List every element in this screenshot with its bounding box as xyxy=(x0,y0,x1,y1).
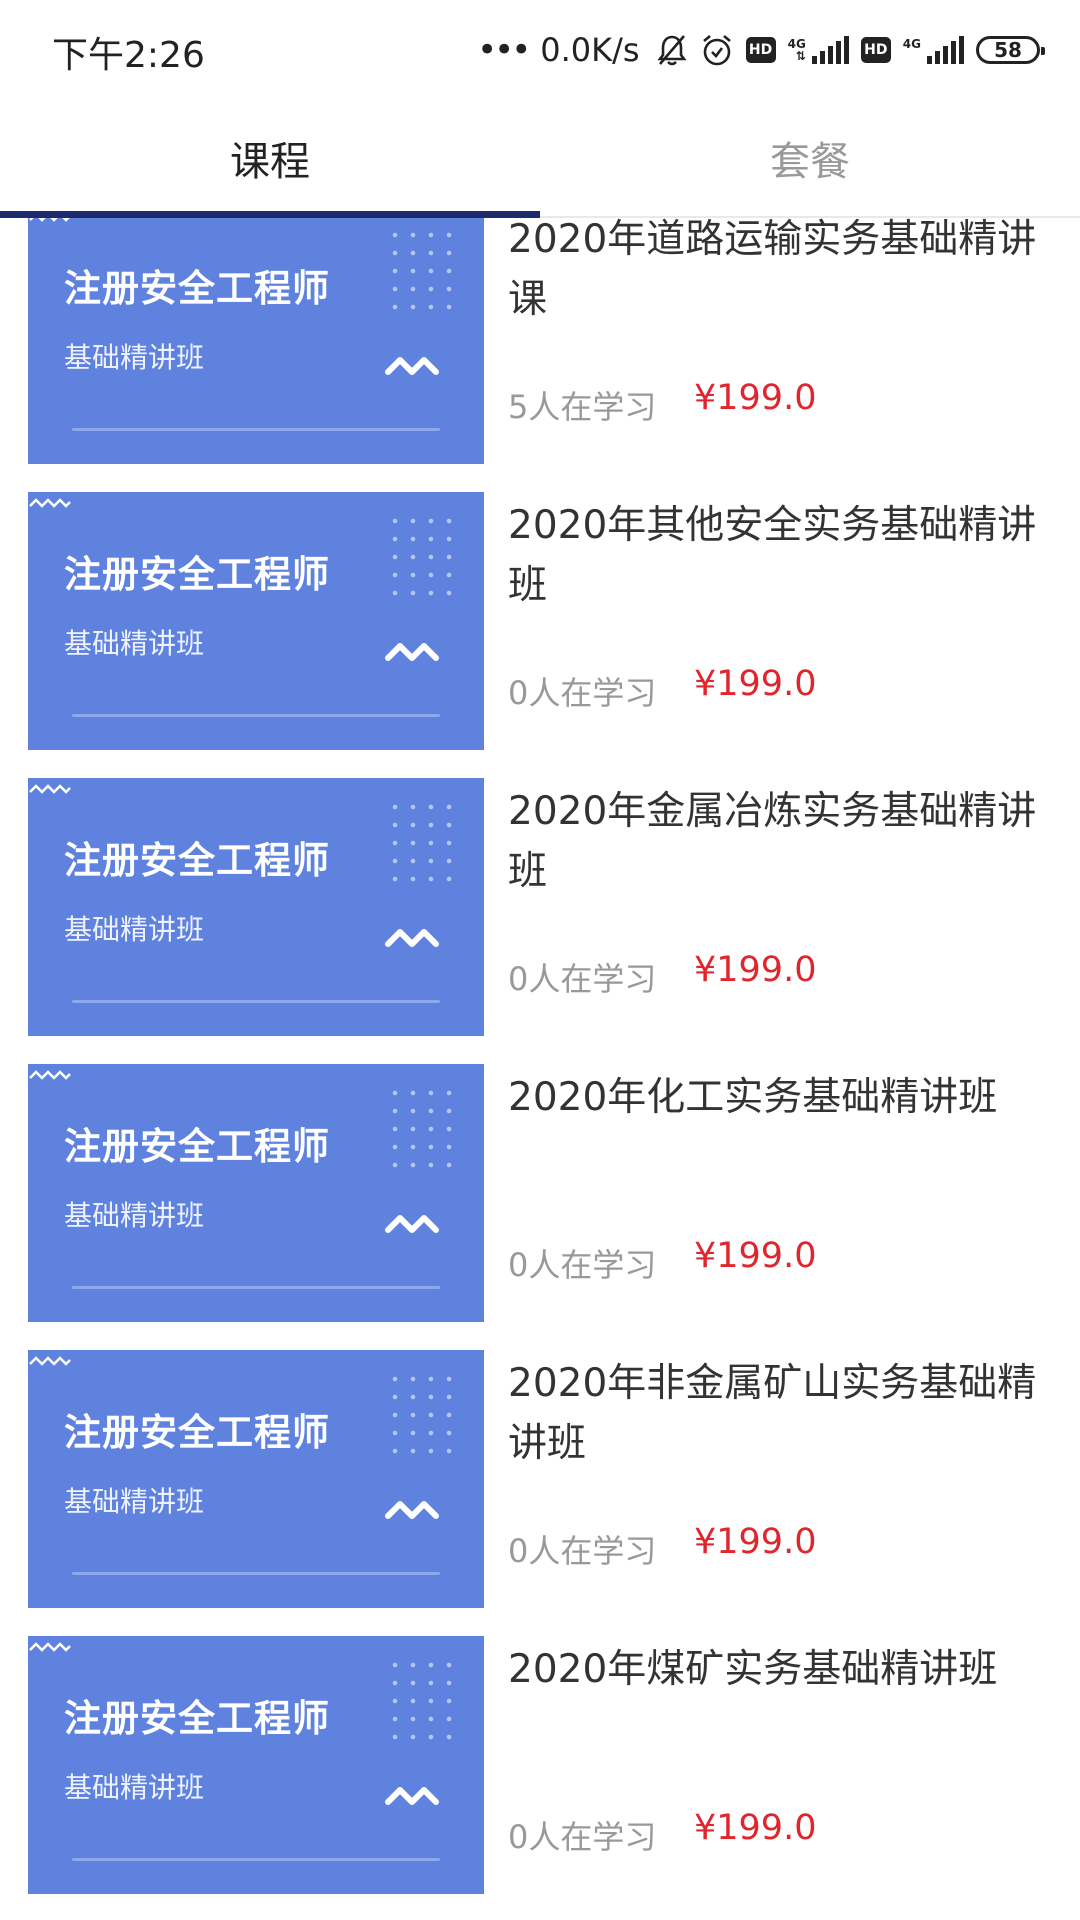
course-thumbnail[interactable]: 注册安全工程师 基础精讲班 xyxy=(28,218,484,464)
thumbnail-subtitle: 基础精讲班 xyxy=(64,913,205,946)
wave-decoration-icon xyxy=(385,1501,439,1519)
thumbnail-subtitle: 基础精讲班 xyxy=(64,1771,205,1804)
learner-count: 0人在学习 xyxy=(508,960,657,998)
dot-grid-decoration xyxy=(386,798,458,890)
thumbnail-title: 注册安全工程师 xyxy=(64,267,330,310)
alarm-clock-icon xyxy=(702,35,731,66)
course-title[interactable]: 2020年道路运输实务基础精讲课 xyxy=(508,218,1048,330)
tab-bar: 课程 套餐 xyxy=(0,100,1080,218)
wave-decoration-icon xyxy=(385,929,439,947)
thumbnail-subtitle: 基础精讲班 xyxy=(64,627,205,660)
thumbnail-divider xyxy=(72,428,440,431)
course-price: ¥199.0 xyxy=(694,950,817,990)
course-thumbnail[interactable]: 注册安全工程师 基础精讲班 xyxy=(28,1636,484,1894)
more-dots-icon: ••• xyxy=(477,30,531,70)
hd-badge-2: HD xyxy=(860,37,891,63)
thumbnail-divider xyxy=(72,1858,440,1861)
course-thumbnail[interactable]: 注册安全工程师 基础精讲班 xyxy=(28,1350,484,1608)
network-type-badge-2: 4G xyxy=(903,38,921,62)
status-time: 下午2:26 xyxy=(52,35,205,76)
battery-level: 58 xyxy=(994,38,1022,62)
course-item[interactable]: 注册安全工程师 基础精讲班 2020年化工实务基础精讲班 0人在学习 ¥199.… xyxy=(0,1064,1080,1322)
wave-decoration-icon xyxy=(385,1215,439,1233)
wave-decoration-icon xyxy=(29,784,71,794)
tab-packages[interactable]: 套餐 xyxy=(540,100,1080,216)
status-icons: ••• 0.0K/s HD 4G ⇅ HD 4G 58 xyxy=(477,28,1045,72)
data-arrows-icon: ⇅ xyxy=(795,49,806,63)
thumbnail-divider xyxy=(72,1000,440,1003)
course-title[interactable]: 2020年非金属矿山实务基础精讲班 xyxy=(508,1354,1048,1474)
dot-grid-decoration xyxy=(386,226,458,318)
course-item[interactable]: 注册安全工程师 基础精讲班 2020年金属冶炼实务基础精讲班 0人在学习 ¥19… xyxy=(0,778,1080,1036)
learner-count: 0人在学习 xyxy=(508,1532,657,1570)
course-item[interactable]: 注册安全工程师 基础精讲班 2020年其他安全实务基础精讲班 0人在学习 ¥19… xyxy=(0,492,1080,750)
wave-decoration-icon xyxy=(29,498,71,508)
learner-count: 0人在学习 xyxy=(508,1246,657,1284)
wave-decoration-icon xyxy=(29,1070,71,1080)
status-bar: 下午2:26 ••• 0.0K/s HD 4G ⇅ HD 4G 58 xyxy=(0,0,1080,100)
dot-grid-decoration xyxy=(386,1084,458,1176)
course-price: ¥199.0 xyxy=(694,378,817,418)
wave-decoration-icon xyxy=(29,1642,71,1652)
course-item[interactable]: 注册安全工程师 基础精讲班 2020年非金属矿山实务基础精讲班 0人在学习 ¥1… xyxy=(0,1350,1080,1608)
signal-strength-icon xyxy=(811,36,849,64)
active-tab-indicator xyxy=(0,211,540,218)
wave-decoration-icon xyxy=(385,643,439,661)
course-price: ¥199.0 xyxy=(694,1522,817,1562)
learner-count: 0人在学习 xyxy=(508,674,657,712)
course-price: ¥199.0 xyxy=(694,664,817,704)
data-arrows-icon-2 xyxy=(917,50,921,62)
course-title[interactable]: 2020年化工实务基础精讲班 xyxy=(508,1068,1048,1128)
signal-strength-icon-2 xyxy=(927,36,964,64)
wave-decoration-icon xyxy=(29,218,70,222)
dot-grid-decoration xyxy=(386,512,458,604)
thumbnail-divider xyxy=(72,1572,440,1575)
wave-decoration-icon xyxy=(385,1787,439,1805)
course-thumbnail[interactable]: 注册安全工程师 基础精讲班 xyxy=(28,1064,484,1322)
hd-badge: HD xyxy=(745,37,776,63)
thumbnail-title: 注册安全工程师 xyxy=(64,1411,330,1454)
course-price: ¥199.0 xyxy=(694,1236,817,1276)
tab-courses[interactable]: 课程 xyxy=(0,100,540,216)
network-speed: 0.0K/s xyxy=(540,31,640,69)
wave-decoration-icon xyxy=(385,357,439,375)
dot-grid-decoration xyxy=(386,1656,458,1748)
course-price: ¥199.0 xyxy=(694,1808,817,1848)
thumbnail-subtitle: 基础精讲班 xyxy=(64,341,205,374)
course-list[interactable]: 注册安全工程师 基础精讲班 2020年道路运输实务基础精讲课 5人在学习 ¥19… xyxy=(0,218,1080,1920)
learner-count: 0人在学习 xyxy=(508,1818,657,1856)
thumbnail-title: 注册安全工程师 xyxy=(64,1125,330,1168)
mute-bell-icon xyxy=(656,35,687,66)
learner-count: 5人在学习 xyxy=(508,388,657,426)
thumbnail-subtitle: 基础精讲班 xyxy=(64,1199,205,1232)
course-title[interactable]: 2020年其他安全实务基础精讲班 xyxy=(508,496,1048,616)
thumbnail-title: 注册安全工程师 xyxy=(64,1697,330,1740)
course-thumbnail[interactable]: 注册安全工程师 基础精讲班 xyxy=(28,492,484,750)
wave-decoration-icon xyxy=(29,1356,71,1366)
course-item[interactable]: 注册安全工程师 基础精讲班 2020年道路运输实务基础精讲课 5人在学习 ¥19… xyxy=(0,218,1080,464)
course-item[interactable]: 注册安全工程师 基础精讲班 2020年煤矿实务基础精讲班 0人在学习 ¥199.… xyxy=(0,1636,1080,1894)
thumbnail-divider xyxy=(72,1286,440,1289)
course-title[interactable]: 2020年金属冶炼实务基础精讲班 xyxy=(508,782,1048,902)
thumbnail-divider xyxy=(72,714,440,717)
thumbnail-subtitle: 基础精讲班 xyxy=(64,1485,205,1518)
dot-grid-decoration xyxy=(386,1370,458,1462)
thumbnail-title: 注册安全工程师 xyxy=(64,839,330,882)
thumbnail-title: 注册安全工程师 xyxy=(64,553,330,596)
course-thumbnail[interactable]: 注册安全工程师 基础精讲班 xyxy=(28,778,484,1036)
course-title[interactable]: 2020年煤矿实务基础精讲班 xyxy=(508,1640,1048,1700)
network-type-badge: 4G ⇅ xyxy=(788,38,806,62)
battery-icon: 58 xyxy=(976,36,1045,64)
